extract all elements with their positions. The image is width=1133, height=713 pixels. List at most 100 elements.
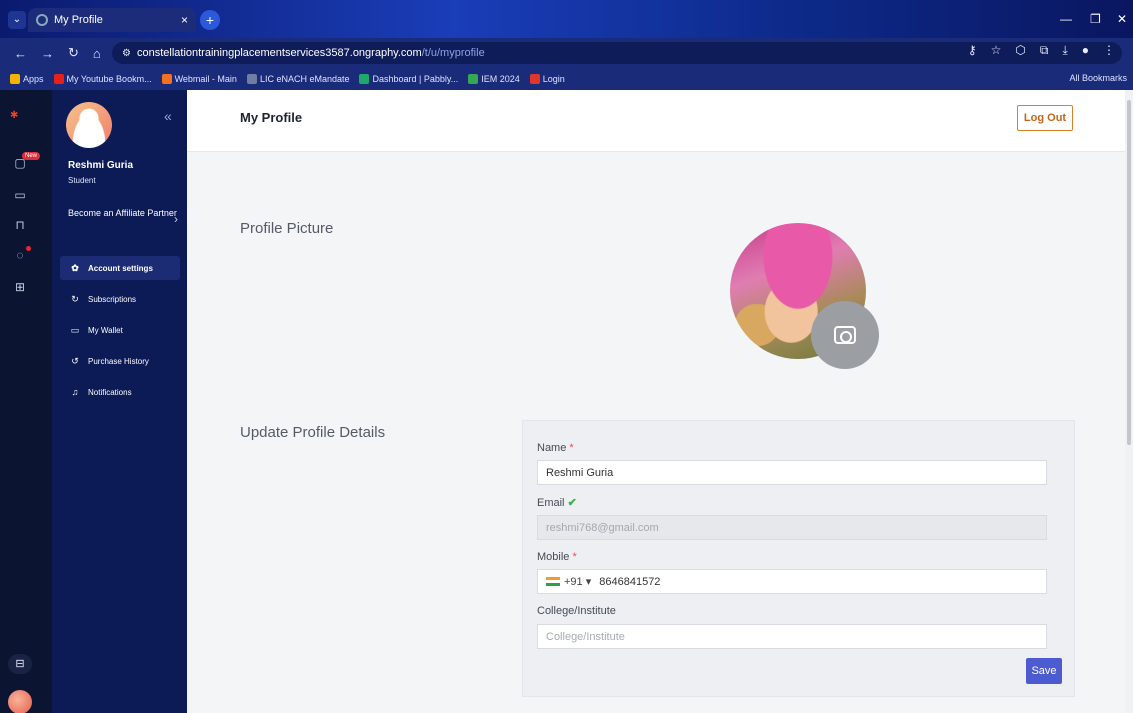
required-mark: * [569, 442, 574, 454]
verified-check-icon: ✔ [567, 497, 577, 509]
left-rail: ✱ ▢ New ▭ ⊓ ◌ ⊞ ⊟ [0, 90, 52, 713]
password-key-icon[interactable]: ⚷ [968, 43, 977, 58]
bookmark-favicon-icon [468, 74, 479, 84]
email-label: Email ✔ [537, 496, 577, 509]
wallet-icon: ▭ [70, 324, 80, 335]
sidebar-item-label: Subscriptions [88, 294, 137, 304]
minimize-icon[interactable]: — [1060, 12, 1072, 26]
window-close-icon[interactable]: ✕ [1117, 12, 1127, 26]
required-mark: * [572, 551, 577, 563]
bookmark-label: LIC eNACH eMandate [259, 74, 350, 84]
browser-tab[interactable]: My Profile × [28, 8, 196, 32]
sidebar: « Reshmi Guria Student Become an Affilia… [52, 90, 187, 713]
bookmark-label: My Youtube Bookm... [66, 74, 152, 84]
sidebar-item-subscriptions[interactable]: ↻ Subscriptions [60, 287, 180, 311]
sidebar-item-account-settings[interactable]: ✿ Account settings [60, 256, 180, 280]
bookmark-item[interactable]: Webmail - Main [161, 74, 237, 84]
tab-search-button[interactable]: ⌄ [8, 11, 26, 29]
tab-close-icon[interactable]: × [181, 13, 188, 27]
bookmark-item[interactable]: My Youtube Bookm... [53, 74, 152, 84]
collapse-sidebar-icon[interactable]: « [164, 108, 172, 124]
bell-icon: ♫ [71, 387, 79, 397]
bookmark-item[interactable]: LIC eNACH eMandate [246, 74, 350, 84]
bookmark-item[interactable]: Login [529, 74, 565, 84]
gift-icon[interactable]: ⊞ [12, 280, 28, 294]
sidebar-item-my-wallet[interactable]: ▭ My Wallet [60, 318, 180, 342]
url-path: /t/u/myprofile [421, 47, 485, 59]
sidebar-item-notifications[interactable]: ♫ Notifications [60, 380, 180, 404]
bookmark-label: Login [542, 74, 565, 84]
tab-favicon-icon [36, 14, 48, 26]
bookmark-item[interactable]: Apps [10, 74, 44, 84]
gear-icon: ✿ [71, 262, 79, 273]
download-icon[interactable]: ⤓ [1062, 43, 1067, 58]
extension-icon[interactable]: ⬡ [1015, 43, 1025, 58]
bookmark-item[interactable]: IEM 2024 [468, 74, 520, 84]
sidebar-item-purchase-history[interactable]: ↺ Purchase History [60, 349, 180, 373]
country-code-select[interactable]: +91 ▾ [564, 575, 591, 588]
update-details-heading: Update Profile Details [240, 424, 386, 441]
bookmark-label: Dashboard | Pabbly... [372, 74, 459, 84]
bookmark-star-icon[interactable]: ☆ [991, 43, 1002, 58]
back-icon[interactable]: ← [14, 46, 27, 61]
all-bookmarks-button[interactable]: All Bookmarks [1069, 73, 1127, 83]
scrollbar-thumb[interactable] [1127, 100, 1131, 445]
address-bar-row: ← → ↻ ⌂ ⚙ constellationtrainingplacement… [0, 38, 1133, 68]
mobile-value: 8646841572 [599, 575, 661, 588]
affiliate-link[interactable]: Become an Affiliate Partner › [68, 207, 178, 226]
main-content: My Profile Log Out Profile Picture Updat… [187, 90, 1125, 713]
store-icon[interactable]: ⊟ [8, 654, 32, 674]
college-label: College/Institute [537, 605, 616, 617]
sidebar-item-label: Account settings [88, 263, 153, 273]
forward-icon[interactable]: → [41, 46, 54, 61]
extensions-puzzle-icon[interactable]: ⧉ [1040, 43, 1049, 58]
restore-icon[interactable]: ❐ [1090, 12, 1101, 26]
college-field[interactable]: College/Institute [537, 624, 1047, 649]
page-scrollbar[interactable] [1125, 90, 1133, 713]
sidebar-item-label: My Wallet [88, 325, 123, 335]
mobile-label: Mobile * [537, 551, 577, 563]
rail-avatar[interactable] [8, 690, 32, 713]
logout-button[interactable]: Log Out [1017, 105, 1073, 131]
mobile-label-text: Mobile [537, 551, 570, 563]
menu-kebab-icon[interactable]: ⋮ [1103, 43, 1115, 58]
profile-picture-heading: Profile Picture [240, 220, 334, 237]
affiliate-label: Become an Affiliate Partner [68, 208, 177, 218]
bookmark-label: Apps [23, 74, 44, 84]
save-button[interactable]: Save [1026, 658, 1062, 684]
chat-notification-dot [26, 246, 31, 251]
browser-tabbar: ⌄ My Profile × + — ❐ ✕ [0, 0, 1133, 38]
browser-actions: ⚷ ☆ ⬡ ⧉ ⤓ ● ⋮ [968, 43, 1115, 58]
reload-icon[interactable]: ↻ [68, 45, 79, 61]
home-icon[interactable]: ⌂ [93, 46, 101, 61]
sidebar-item-label: Notifications [88, 387, 132, 397]
india-flag-icon[interactable] [546, 577, 560, 586]
user-avatar[interactable] [66, 102, 112, 148]
name-field[interactable]: Reshmi Guria [537, 460, 1047, 485]
new-tab-button[interactable]: + [200, 10, 220, 30]
sidebar-item-label: Purchase History [88, 356, 149, 366]
site-info-icon[interactable]: ⚙ [122, 48, 131, 59]
chevron-right-icon: › [174, 212, 178, 226]
bookmark-item[interactable]: Dashboard | Pabbly... [359, 74, 458, 84]
bookmarks-bar: Apps My Youtube Bookm... Webmail - Main LIC… [0, 68, 1133, 90]
change-photo-button[interactable] [811, 301, 879, 369]
bookmark-icon[interactable]: ⊓ [12, 218, 28, 232]
bookmark-favicon-icon [246, 74, 257, 84]
profile-avatar-icon[interactable]: ● [1082, 43, 1089, 58]
user-role: Student [68, 176, 96, 185]
bookmark-favicon-icon [161, 74, 172, 84]
url-host: constellationtrainingplacementservices35… [136, 47, 422, 59]
mobile-field[interactable]: +91 ▾ 8646841572 [537, 569, 1047, 594]
bookmark-favicon-icon [10, 74, 20, 84]
bookmark-favicon-icon [53, 74, 64, 84]
live-video-icon[interactable]: ▭ [12, 188, 28, 202]
page-title: My Profile [240, 110, 303, 125]
history-icon: ↺ [71, 355, 79, 366]
name-label: Name * [537, 442, 574, 454]
new-badge: New [22, 152, 41, 160]
bookmark-favicon-icon [359, 74, 370, 84]
bookmark-favicon-icon [529, 74, 540, 84]
user-name: Reshmi Guria [68, 160, 134, 171]
bookmark-label: IEM 2024 [481, 74, 520, 84]
